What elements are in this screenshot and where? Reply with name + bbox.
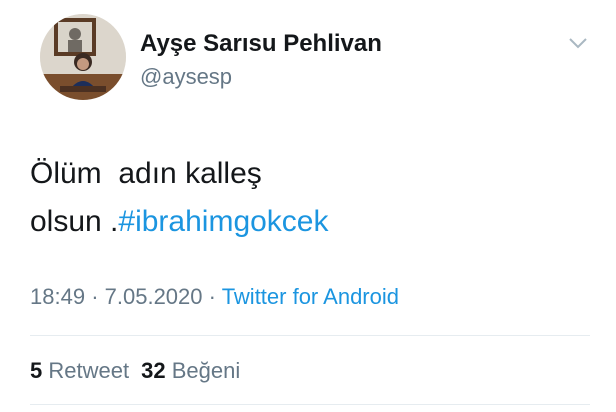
divider <box>30 335 590 336</box>
tweet-date[interactable]: 7.05.2020 <box>105 284 203 309</box>
tweet-source-link[interactable]: Twitter for Android <box>222 284 399 309</box>
meta-separator: · <box>208 284 216 309</box>
tweet-time[interactable]: 18:49 <box>30 284 85 309</box>
tweet-meta: 18:49 · 7.05.2020 · Twitter for Android <box>30 284 399 310</box>
divider <box>30 404 590 405</box>
tweet-text-prefix: olsun . <box>30 205 119 238</box>
meta-separator: · <box>91 284 99 309</box>
retweet-count: 5 <box>30 358 43 383</box>
tweet-stats: 5 Retweet 32 Beğeni <box>30 358 240 384</box>
author-username[interactable]: @aysesp <box>140 64 232 90</box>
tweet-text-line: Ölüm adın kalleş <box>30 157 262 190</box>
avatar[interactable] <box>40 14 126 100</box>
retweet-label: Retweet <box>48 358 130 383</box>
retweet-stat[interactable]: 5 Retweet <box>30 358 129 383</box>
avatar-image <box>40 14 126 100</box>
like-count: 32 <box>141 358 166 383</box>
hashtag-link[interactable]: #ibrahimgokcek <box>118 205 328 238</box>
tweet-text: Ölüm adın kalleş olsun .#ibrahimgokcek <box>30 150 590 246</box>
tweet-text-line: olsun .#ibrahimgokcek <box>30 198 590 246</box>
author-display-name[interactable]: Ayşe Sarısu Pehlivan <box>140 30 382 58</box>
like-label: Beğeni <box>171 358 241 383</box>
chevron-down-icon[interactable] <box>568 36 588 50</box>
like-stat[interactable]: 32 Beğeni <box>141 358 240 383</box>
tweet-card: Ayşe Sarısu Pehlivan @aysesp Ölüm adın k… <box>0 0 616 412</box>
